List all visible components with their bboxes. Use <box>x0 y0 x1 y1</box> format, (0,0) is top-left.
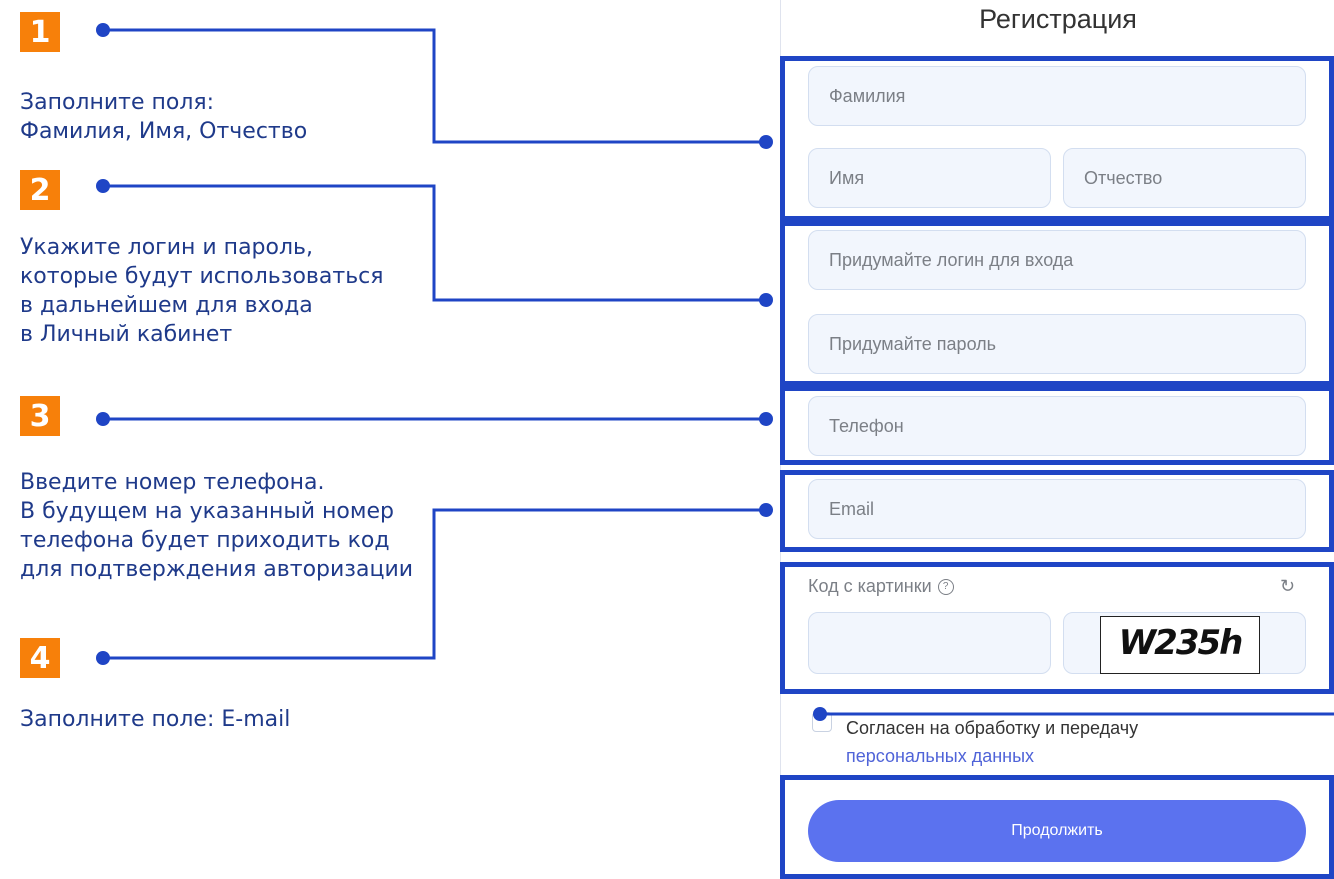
connector-dot <box>813 707 827 721</box>
connector-dot <box>759 503 773 517</box>
connector-dot <box>759 135 773 149</box>
connector-line-2 <box>103 184 766 302</box>
connector-dot <box>96 412 110 426</box>
connector-line-1 <box>103 28 766 144</box>
connector-lines <box>96 23 1334 721</box>
connector-line-4 <box>103 508 766 660</box>
connector-dot <box>96 651 110 665</box>
connector-dot <box>759 293 773 307</box>
connector-dot <box>96 179 110 193</box>
connector-dot <box>759 412 773 426</box>
connector-dot <box>96 23 110 37</box>
